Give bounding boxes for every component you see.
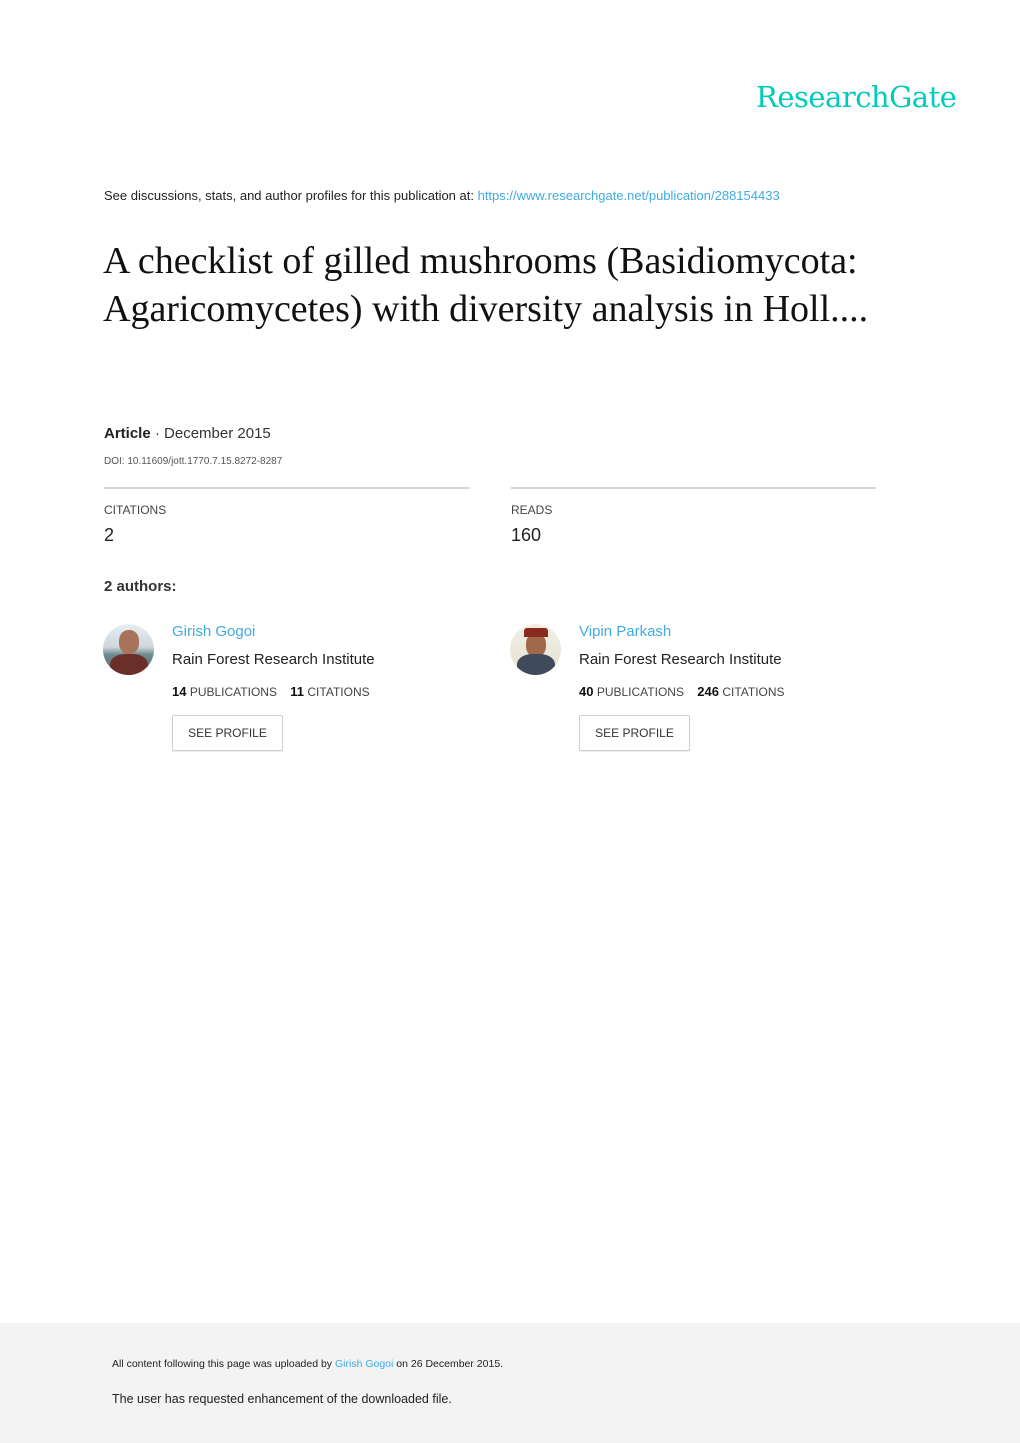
reads-value: 160 xyxy=(511,525,542,545)
author-institution: Rain Forest Research Institute xyxy=(172,651,375,668)
uploaded-notice: All content following this page was uplo… xyxy=(112,1358,503,1370)
see-discussions-line: See discussions, stats, and author profi… xyxy=(104,188,780,203)
citations-label: CITATIONS xyxy=(104,503,167,517)
uploaded-prefix: All content following this page was uplo… xyxy=(112,1358,335,1370)
publication-title: A checklist of gilled mushrooms (Basidio… xyxy=(103,240,869,330)
see-discussions-text: See discussions, stats, and author profi… xyxy=(104,188,478,203)
author-card: Vipin Parkash Rain Forest Research Insti… xyxy=(510,622,890,762)
reads-label: READS xyxy=(511,503,553,517)
publications-count: 40 xyxy=(579,684,594,699)
uploader-link[interactable]: Girish Gogoi xyxy=(335,1358,393,1370)
publication-type: Article xyxy=(104,425,151,442)
citations-label: CITATIONS xyxy=(722,685,785,699)
citations-label: CITATIONS xyxy=(307,685,370,699)
footer: All content following this page was uplo… xyxy=(0,1323,1020,1443)
reads-stat: READS 160 xyxy=(511,487,876,546)
avatar-icon[interactable] xyxy=(510,624,561,675)
author-metrics: 40 PUBLICATIONS 246 CITATIONS xyxy=(579,684,785,699)
avatar-icon[interactable] xyxy=(103,624,154,675)
publications-label: PUBLICATIONS xyxy=(596,685,684,699)
publication-date: December 2015 xyxy=(164,425,271,442)
publication-url-link[interactable]: https://www.researchgate.net/publication… xyxy=(478,188,780,203)
author-card: Girish Gogoi Rain Forest Research Instit… xyxy=(103,622,483,762)
uploaded-suffix: on 26 December 2015. xyxy=(393,1358,504,1370)
publications-count: 14 xyxy=(172,684,187,699)
author-metrics: 14 PUBLICATIONS 11 CITATIONS xyxy=(172,684,370,699)
author-name-link[interactable]: Girish Gogoi xyxy=(172,623,255,640)
citations-count: 11 xyxy=(290,684,305,699)
researchgate-logo[interactable]: ResearchGate xyxy=(756,80,957,114)
publication-meta: Article · December 2015 xyxy=(104,425,271,442)
citations-stat: CITATIONS 2 xyxy=(104,487,469,546)
authors-heading: 2 authors: xyxy=(104,578,177,595)
publication-doi: DOI: 10.11609/jott.1770.7.15.8272-8287 xyxy=(104,456,283,467)
citations-count: 246 xyxy=(697,684,719,699)
meta-separator: · xyxy=(150,425,165,442)
author-name-link[interactable]: Vipin Parkash xyxy=(579,623,671,640)
author-institution: Rain Forest Research Institute xyxy=(579,651,782,668)
see-profile-button[interactable]: SEE PROFILE xyxy=(172,715,283,751)
citations-value: 2 xyxy=(104,525,115,545)
enhancement-request-notice: The user has requested enhancement of th… xyxy=(112,1392,452,1406)
see-profile-button[interactable]: SEE PROFILE xyxy=(579,715,690,751)
publications-label: PUBLICATIONS xyxy=(189,685,277,699)
